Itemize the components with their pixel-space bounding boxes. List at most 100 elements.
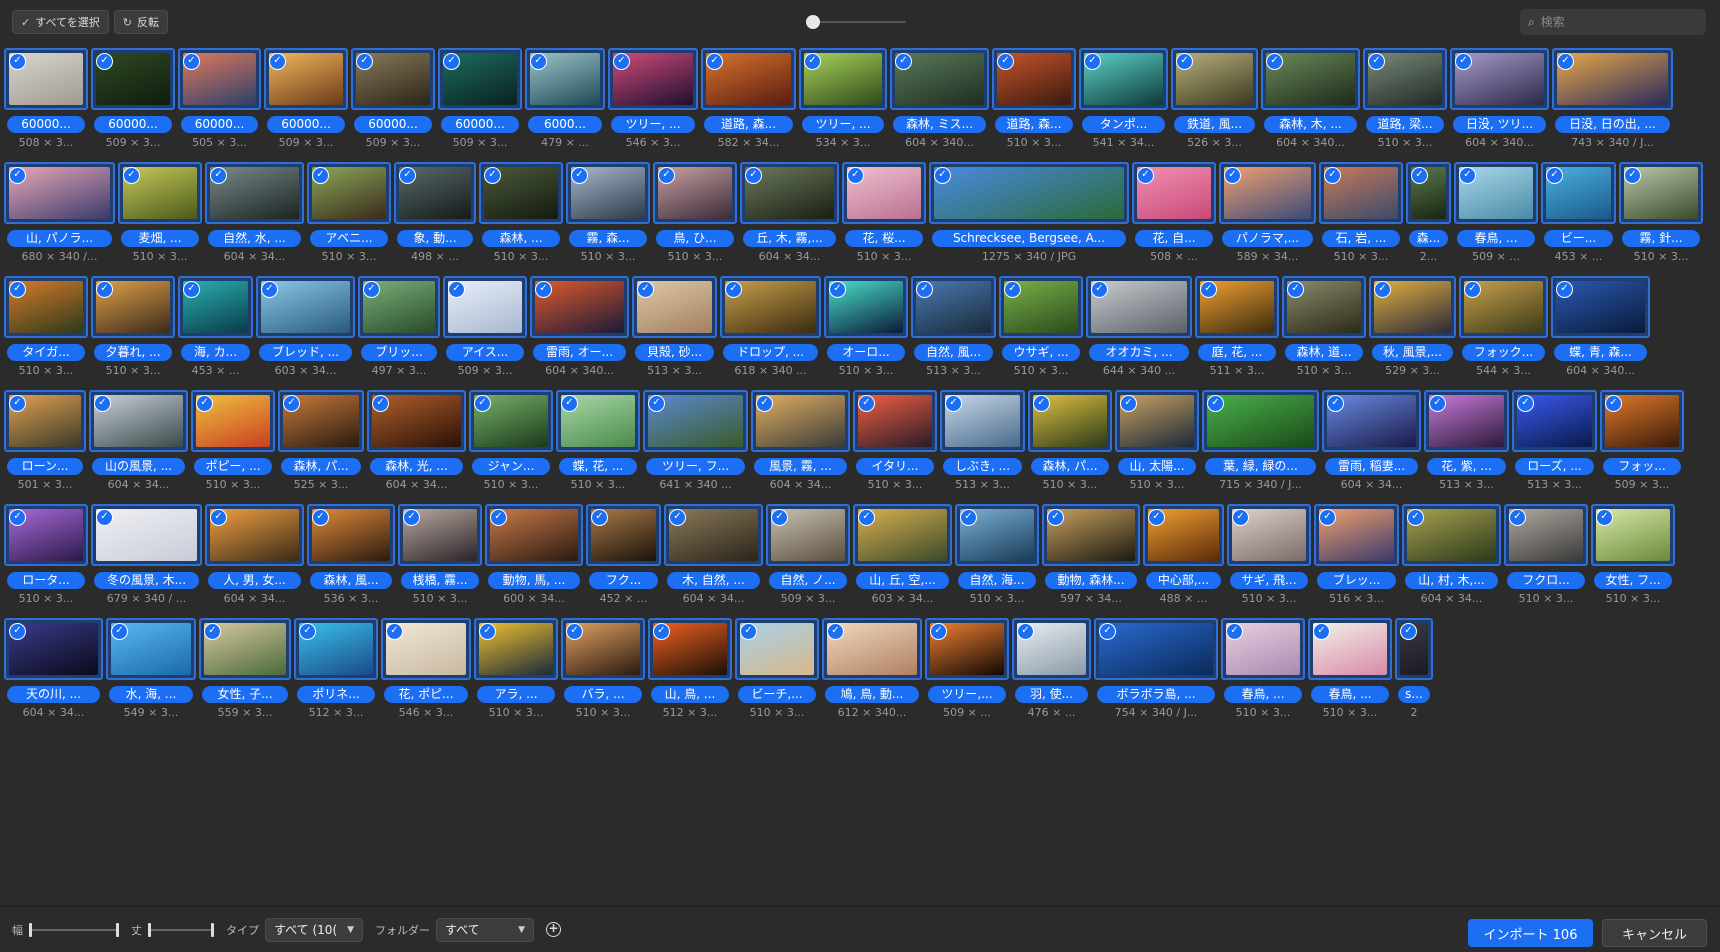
thumbnail-frame[interactable]: ✓ [822, 618, 922, 680]
image-tile[interactable]: ✓ 木, 自然, ... 604 × 34... [664, 504, 763, 605]
image-tile[interactable]: ✓ 森林, パ... 525 × 3... [278, 390, 364, 491]
thumbnail-frame[interactable]: ✓ [1541, 162, 1616, 224]
checkmark-icon[interactable]: ✓ [448, 281, 465, 298]
thumbnail-frame[interactable]: ✓ [4, 276, 88, 338]
search-input[interactable] [1540, 15, 1691, 29]
checkmark-icon[interactable]: ✓ [312, 509, 329, 526]
image-tile[interactable]: ✓ 山, 太陽... 510 × 3... [1115, 390, 1199, 491]
thumbnail-frame[interactable]: ✓ [443, 276, 527, 338]
thumbnail-frame[interactable]: ✓ [701, 48, 796, 110]
checkmark-icon[interactable]: ✓ [1411, 167, 1428, 184]
image-tile[interactable]: ✓ 丘, 木, 霧,... 604 × 34... [740, 162, 839, 263]
width-min-handle[interactable] [29, 922, 32, 937]
checkmark-icon[interactable]: ✓ [490, 509, 507, 526]
image-tile[interactable]: ✓ 鳩, 鳥, 動... 612 × 340... [822, 618, 922, 719]
checkmark-icon[interactable]: ✓ [210, 167, 227, 184]
thumbnail-frame[interactable]: ✓ [381, 618, 471, 680]
image-tile[interactable]: ✓ タンポ... 541 × 34... [1079, 48, 1168, 149]
thumbnail-frame[interactable]: ✓ [1319, 162, 1403, 224]
checkmark-icon[interactable]: ✓ [1017, 623, 1034, 640]
thumbnail-frame[interactable]: ✓ [307, 162, 391, 224]
thumbnail-frame[interactable]: ✓ [561, 618, 645, 680]
image-tile[interactable]: ✓ 天の川, ... 604 × 34... [4, 618, 103, 719]
checkmark-icon[interactable]: ✓ [613, 53, 630, 70]
thumbnail-frame[interactable]: ✓ [1282, 276, 1366, 338]
checkmark-icon[interactable]: ✓ [771, 509, 788, 526]
thumbnail-frame[interactable]: ✓ [199, 618, 291, 680]
checkmark-icon[interactable]: ✓ [96, 281, 113, 298]
thumbnail-frame[interactable]: ✓ [4, 618, 103, 680]
image-tile[interactable]: ✓ ビー... 453 × ... [1541, 162, 1616, 263]
checkmark-icon[interactable]: ✓ [1120, 395, 1137, 412]
checkmark-icon[interactable]: ✓ [591, 509, 608, 526]
thumbnail-frame[interactable]: ✓ [118, 162, 202, 224]
image-tile[interactable]: ✓ 山, 丘, 空,... 603 × 34... [853, 504, 952, 605]
checkmark-icon[interactable]: ✓ [123, 167, 140, 184]
checkmark-icon[interactable]: ✓ [312, 167, 329, 184]
checkmark-icon[interactable]: ✓ [847, 167, 864, 184]
thumbnail-frame[interactable]: ✓ [1195, 276, 1279, 338]
image-tile[interactable]: ✓ 山, 鳥, ... 512 × 3... [648, 618, 732, 719]
thumbnail-frame[interactable]: ✓ [1171, 48, 1258, 110]
checkmark-icon[interactable]: ✓ [637, 281, 654, 298]
select-all-button[interactable]: ✓ すべてを選択 [12, 10, 109, 34]
checkmark-icon[interactable]: ✓ [1319, 509, 1336, 526]
import-button[interactable]: インポート 106 [1468, 919, 1593, 947]
folder-select[interactable]: すべて ▼ [436, 917, 534, 942]
checkmark-icon[interactable]: ✓ [1556, 281, 1573, 298]
checkmark-icon[interactable]: ✓ [1324, 167, 1341, 184]
thumbnail-frame[interactable]: ✓ [1202, 390, 1319, 452]
checkmark-icon[interactable]: ✓ [183, 53, 200, 70]
height-min-handle[interactable] [148, 922, 151, 937]
thumbnail-frame[interactable]: ✓ [4, 162, 115, 224]
checkmark-icon[interactable]: ✓ [386, 623, 403, 640]
checkmark-icon[interactable]: ✓ [561, 395, 578, 412]
thumbnail-frame[interactable]: ✓ [720, 276, 821, 338]
image-tile[interactable]: ✓ ロータ... 510 × 3... [4, 504, 88, 605]
image-tile[interactable]: ✓ 60000... 509 × 3... [351, 48, 435, 149]
thumbnail-frame[interactable]: ✓ [91, 504, 202, 566]
checkmark-icon[interactable]: ✓ [1224, 167, 1241, 184]
thumbnail-frame[interactable]: ✓ [1261, 48, 1360, 110]
checkmark-icon[interactable]: ✓ [658, 167, 675, 184]
thumbnail-frame[interactable]: ✓ [648, 618, 732, 680]
thumbnail-frame[interactable]: ✓ [1115, 390, 1199, 452]
checkmark-icon[interactable]: ✓ [183, 281, 200, 298]
checkmark-icon[interactable]: ✓ [356, 53, 373, 70]
invert-selection-button[interactable]: ↻ 反転 [113, 10, 169, 34]
image-tile[interactable]: ✓ 女性, 子... 559 × 3... [199, 618, 291, 719]
checkmark-icon[interactable]: ✓ [283, 395, 300, 412]
checkmark-icon[interactable]: ✓ [299, 623, 316, 640]
thumbnail-size-slider[interactable] [806, 15, 906, 29]
checkmark-icon[interactable]: ✓ [756, 395, 773, 412]
checkmark-icon[interactable]: ✓ [9, 623, 26, 640]
thumbnail-frame[interactable]: ✓ [1406, 162, 1451, 224]
image-tile[interactable]: ✓ 水, 海, ... 549 × 3... [106, 618, 196, 719]
image-tile[interactable]: ✓ 花, 紫, ... 513 × 3... [1424, 390, 1509, 491]
checkmark-icon[interactable]: ✓ [1327, 395, 1344, 412]
slider-knob[interactable] [806, 15, 820, 29]
checkmark-icon[interactable]: ✓ [1624, 167, 1641, 184]
checkmark-icon[interactable]: ✓ [111, 623, 128, 640]
checkmark-icon[interactable]: ✓ [1407, 509, 1424, 526]
thumbnail-frame[interactable]: ✓ [1219, 162, 1316, 224]
thumbnail-frame[interactable]: ✓ [1512, 390, 1597, 452]
image-tile[interactable]: ✓ 60000... 509 × 3... [91, 48, 175, 149]
image-tile[interactable]: ✓ 60000... 509 × 3... [438, 48, 522, 149]
thumbnail-frame[interactable]: ✓ [1619, 162, 1703, 224]
thumbnail-frame[interactable]: ✓ [367, 390, 466, 452]
checkmark-icon[interactable]: ✓ [210, 509, 227, 526]
checkmark-icon[interactable]: ✓ [1148, 509, 1165, 526]
checkmark-icon[interactable]: ✓ [858, 395, 875, 412]
thumbnail-frame[interactable]: ✓ [925, 618, 1009, 680]
image-tile[interactable]: ✓ 霧, 森... 510 × 3... [566, 162, 650, 263]
image-tile[interactable]: ✓ 象, 動... 498 × ... [394, 162, 476, 263]
thumbnail-frame[interactable]: ✓ [999, 276, 1083, 338]
thumbnail-frame[interactable]: ✓ [664, 504, 763, 566]
thumbnail-frame[interactable]: ✓ [1402, 504, 1501, 566]
thumbnail-frame[interactable]: ✓ [1459, 276, 1548, 338]
thumbnail-frame[interactable]: ✓ [1551, 276, 1650, 338]
checkmark-icon[interactable]: ✓ [94, 395, 111, 412]
thumbnail-frame[interactable]: ✓ [1552, 48, 1673, 110]
image-tile[interactable]: ✓ 6000... 479 × ... [525, 48, 605, 149]
